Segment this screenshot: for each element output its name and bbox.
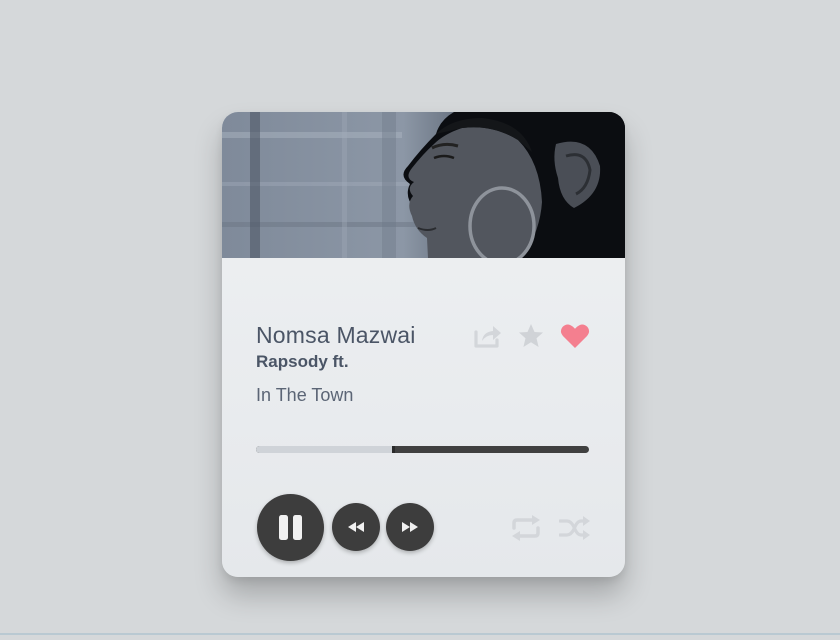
progress-played — [256, 446, 393, 453]
share-icon[interactable] — [473, 323, 503, 349]
shuffle-icon[interactable] — [559, 515, 591, 541]
pause-icon — [279, 515, 302, 540]
progress-handle[interactable] — [391, 446, 395, 453]
music-player-card: Nomsa Mazwai Rapsody ft. In The Town — [222, 112, 625, 577]
progress-bar[interactable] — [256, 446, 589, 453]
heart-icon[interactable] — [560, 323, 590, 349]
pause-button[interactable] — [257, 494, 324, 561]
track-name: In The Town — [256, 385, 354, 405]
fast-forward-button[interactable] — [386, 503, 434, 551]
bottom-edge-line — [0, 633, 840, 635]
album-cover-image — [222, 112, 625, 258]
star-icon[interactable] — [518, 323, 544, 349]
repeat-icon[interactable] — [510, 515, 542, 541]
artist-featuring: Rapsody ft. — [256, 352, 349, 371]
fast-forward-icon — [402, 522, 418, 532]
song-artist-title: Nomsa Mazwai — [256, 322, 416, 348]
rewind-icon — [348, 522, 364, 532]
rewind-button[interactable] — [332, 503, 380, 551]
